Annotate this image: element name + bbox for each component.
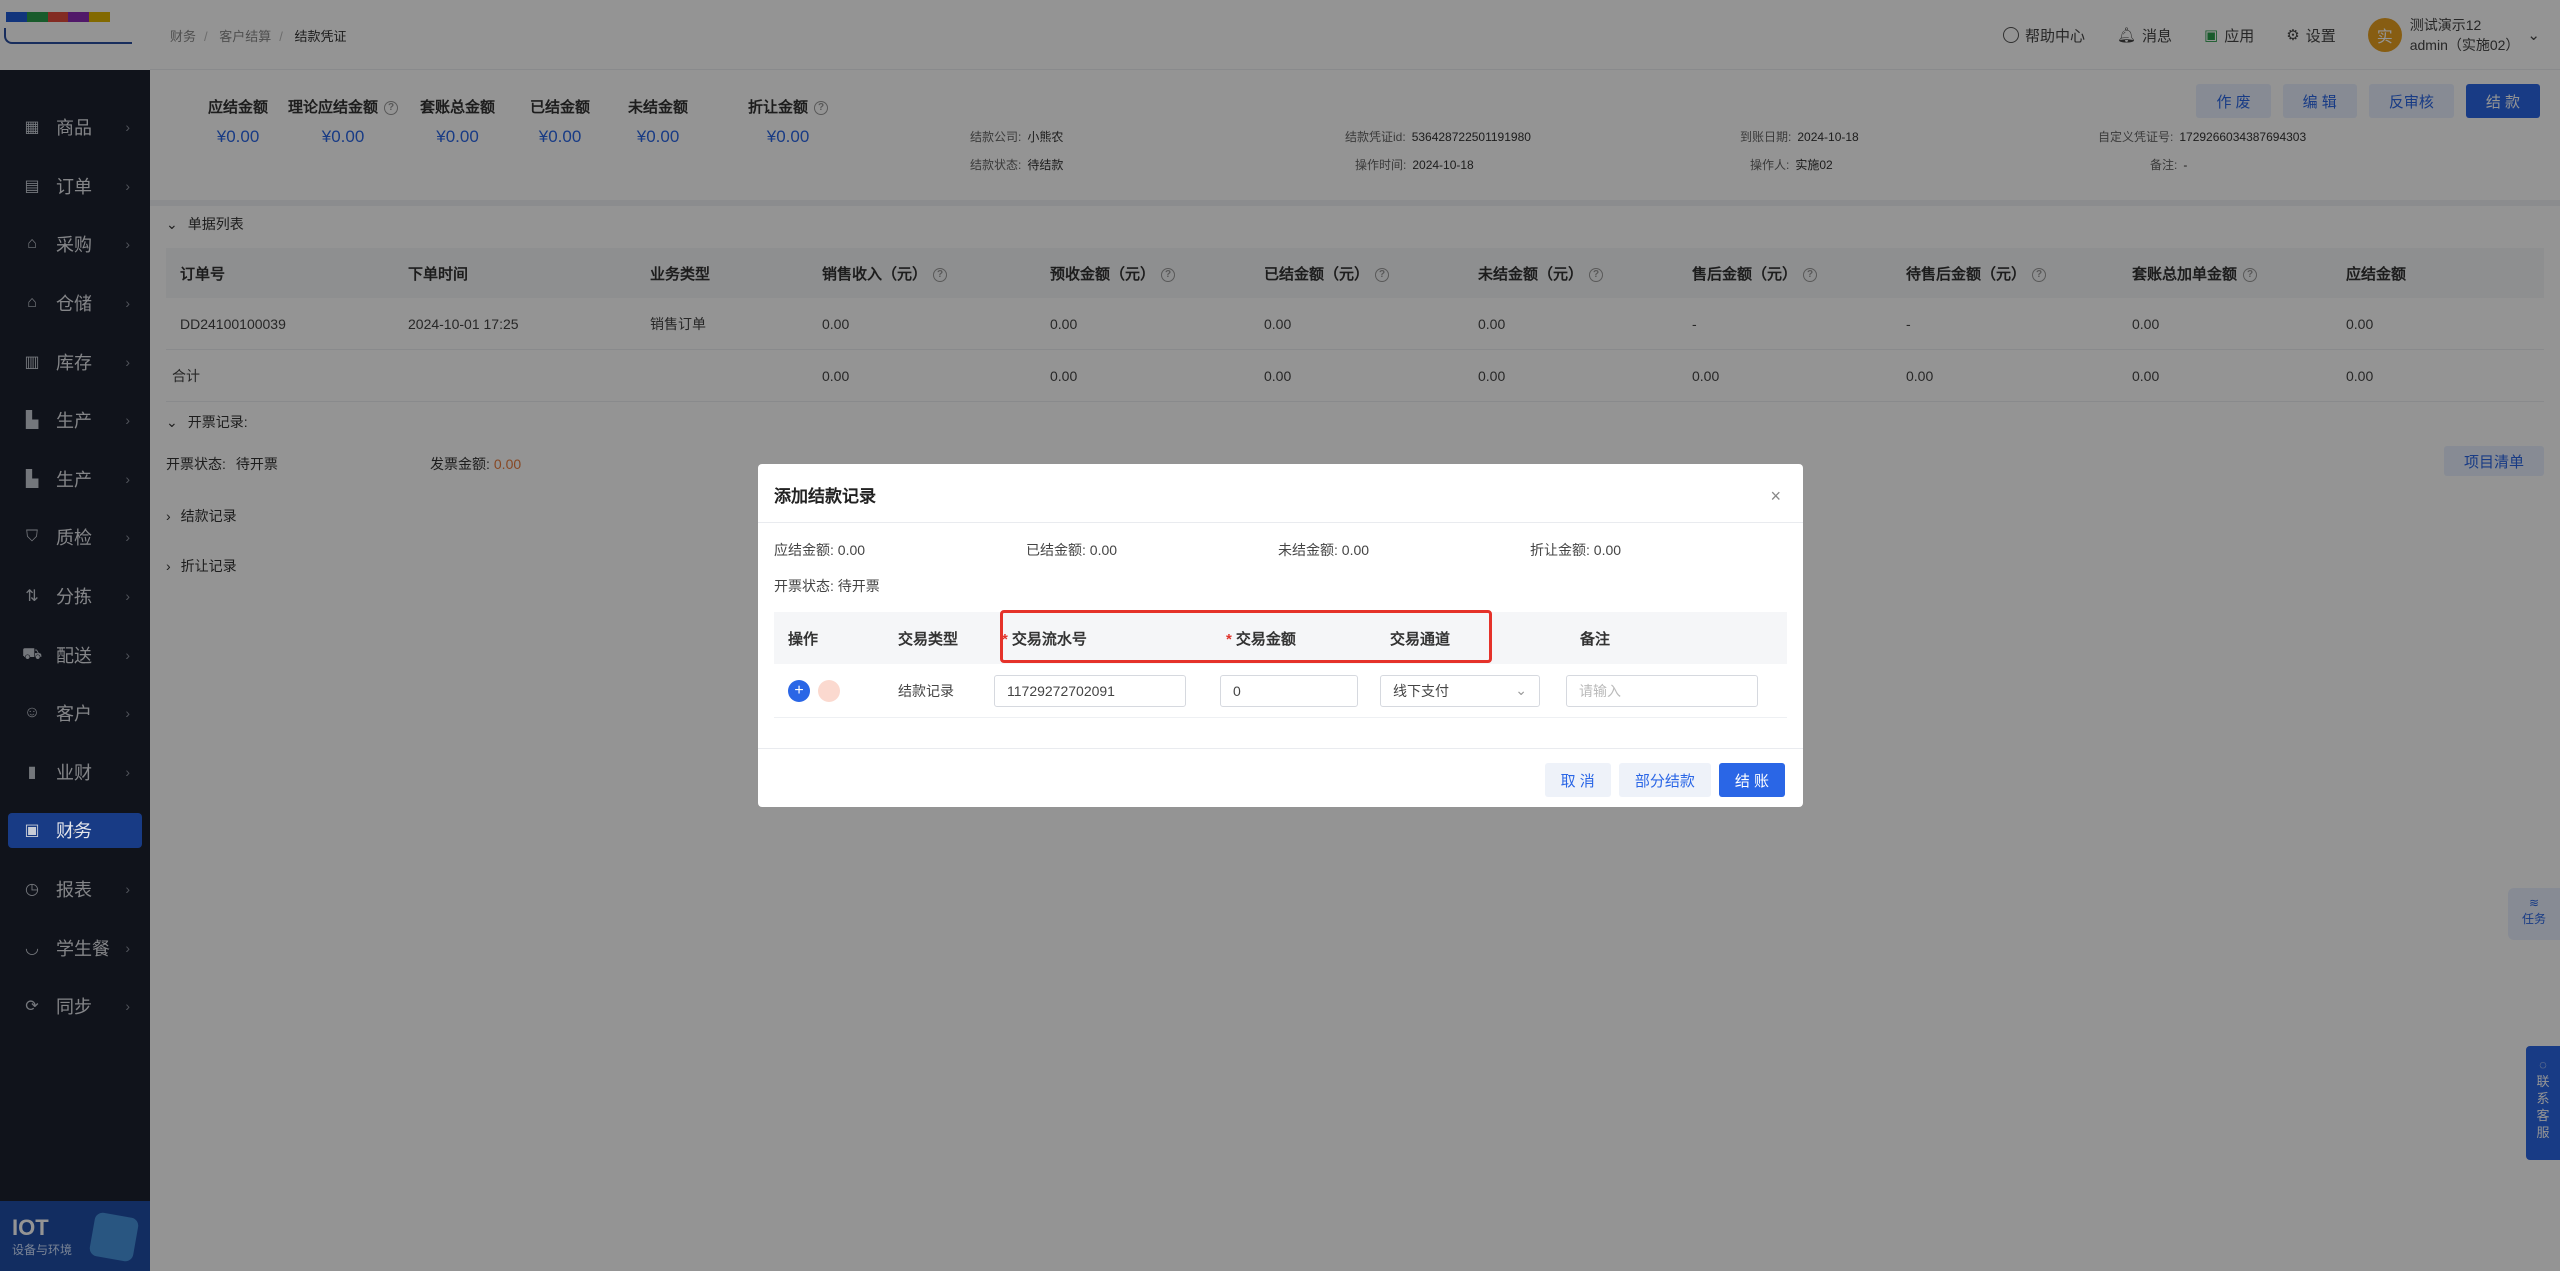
modal-invoice-status: 开票状态: 待开票 (774, 578, 880, 594)
col-op: 操作 (788, 630, 819, 648)
add-row-icon[interactable]: + (788, 679, 810, 702)
transaction-type: 结款记录 (898, 682, 954, 699)
settlement-row: + 结款记录 11729272702091 0 线下支付 ⌄ 请输入 (774, 664, 1787, 718)
col-type: 交易类型 (898, 630, 959, 648)
remark-input[interactable]: 请输入 (1566, 674, 1758, 707)
channel-select[interactable]: 线下支付 ⌄ (1380, 674, 1540, 707)
col-remark: 备注 (1580, 630, 1611, 648)
modal-discount-amount: 折让金额: 0.00 (1530, 542, 1622, 558)
chevron-right-icon: › (72, 822, 77, 839)
highlight-box (1000, 610, 1492, 663)
amount-input[interactable]: 0 (1220, 674, 1358, 707)
modal-title: 添加结款记录 (774, 487, 876, 506)
modal-settled-amount: 已结金额: 0.00 (1026, 542, 1118, 558)
serial-number-input[interactable]: 11729272702091 (994, 674, 1186, 707)
close-icon[interactable]: × (1770, 486, 1781, 507)
cancel-button[interactable]: 取 消 (1544, 763, 1611, 797)
wallet-icon: ▣ (24, 822, 40, 840)
channel-value: 线下支付 (1393, 682, 1449, 699)
partial-settle-button[interactable]: 部分结款 (1618, 763, 1711, 797)
modal-due-amount: 应结金额: 0.00 (774, 542, 866, 558)
chevron-down-icon: ⌄ (1515, 682, 1527, 698)
remove-row-icon[interactable] (818, 679, 840, 702)
modal-unsettled-amount: 未结金额: 0.00 (1278, 542, 1370, 558)
settle-account-button[interactable]: 结 账 (1718, 763, 1785, 797)
